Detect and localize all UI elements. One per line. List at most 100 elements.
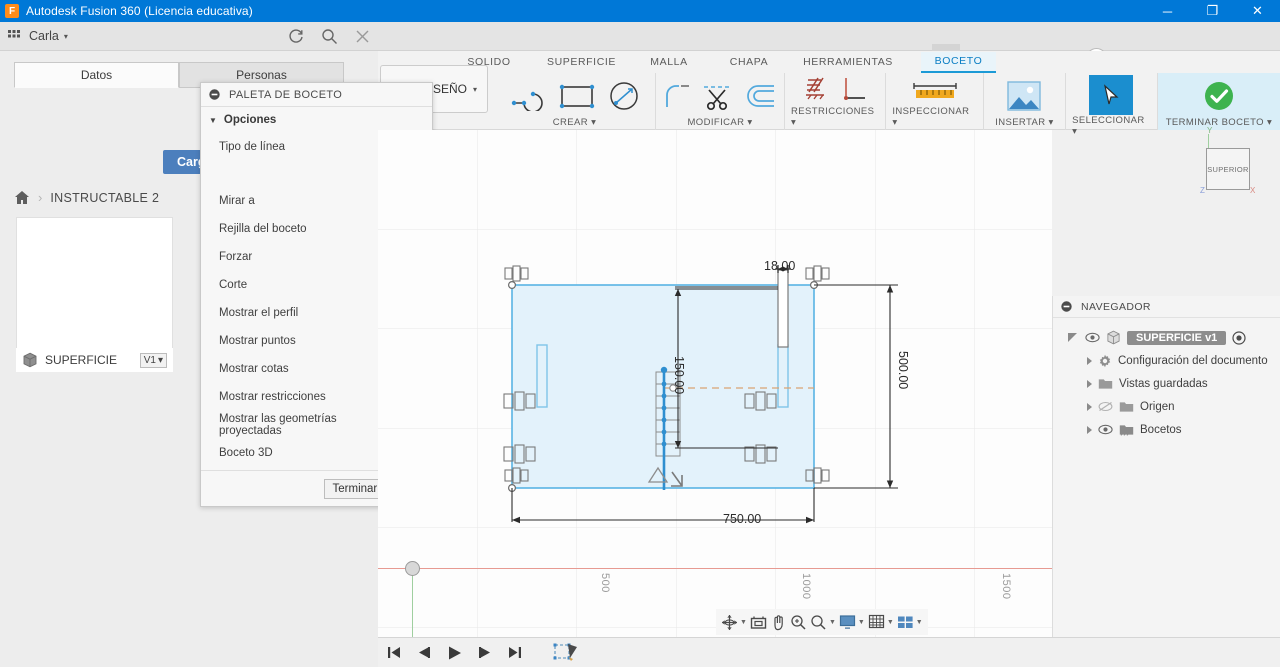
tab-superficie[interactable]: SUPERFICIE — [534, 53, 629, 72]
navigator-root-item[interactable]: SUPERFICIE v1 — [1053, 326, 1280, 349]
viewports-icon[interactable]: ▼ — [897, 615, 923, 630]
chevron-down-icon[interactable]: ▾ — [64, 32, 68, 41]
navigator-item-label: Origen — [1140, 400, 1175, 413]
palette-label: Corte — [219, 279, 248, 291]
ruler-tick-1000: 1000 — [800, 573, 812, 600]
breadcrumb-project[interactable]: INSTRUCTABLE 2 — [50, 191, 159, 205]
navigator-item-configuracion-del-documento[interactable]: Configuración del documento — [1053, 349, 1280, 372]
orbit-icon[interactable]: ▼ — [721, 614, 747, 631]
sketch-circle-icon[interactable] — [607, 80, 641, 112]
palette-label: Mostrar cotas — [219, 363, 289, 375]
play-icon[interactable] — [446, 645, 463, 661]
ribbon-group-label-inspeccionar[interactable]: INSPECCIONAR ▾ — [892, 106, 976, 130]
dim-width-top-label[interactable]: 18.00 — [764, 259, 795, 273]
search-icon[interactable] — [321, 28, 338, 45]
sketch-arc-icon[interactable] — [509, 81, 547, 111]
look-at-icon[interactable] — [750, 615, 767, 630]
view-cube-widget[interactable]: SUPERIOR Y X Z — [1200, 126, 1255, 195]
visibility-eye-icon[interactable] — [1098, 424, 1113, 435]
expand-triangle-icon[interactable] — [1067, 332, 1079, 343]
chevron-down-icon: ▾ — [157, 354, 163, 366]
dim-total-width-label[interactable]: 750.00 — [723, 512, 761, 526]
home-icon[interactable] — [14, 190, 30, 205]
view-cube-face-label[interactable]: SUPERIOR — [1206, 148, 1250, 190]
ribbon-group-crear: CREAR ▾ — [494, 73, 657, 130]
navigator-item-origen[interactable]: Origen — [1053, 395, 1280, 418]
minimize-button[interactable]: ─ — [1145, 0, 1190, 22]
sketch-canvas[interactable]: 18.00 150.00 500.00 750.00 500 1000 1500… — [378, 130, 1052, 637]
file-card-footer: SUPERFICIE V1 ▾ — [16, 348, 173, 372]
ribbon-group-label-crear[interactable]: CREAR ▾ — [553, 117, 596, 130]
ribbon-group-label-restricciones[interactable]: RESTRICCIONES ▾ — [791, 106, 879, 130]
navigator-root-label[interactable]: SUPERFICIE v1 — [1127, 330, 1227, 345]
dim-total-height-label[interactable]: 500.00 — [896, 351, 910, 389]
tab-chapa[interactable]: CHAPA — [709, 53, 789, 72]
sketch-rectangle-icon[interactable] — [557, 81, 597, 111]
ribbon-group-label-insertar[interactable]: INSERTAR ▾ — [995, 117, 1054, 130]
fillet-icon[interactable] — [662, 81, 692, 111]
step-forward-icon[interactable] — [477, 645, 493, 660]
gear-icon — [1098, 354, 1112, 368]
zoom-icon[interactable] — [790, 614, 807, 631]
select-tool-icon[interactable] — [1089, 75, 1134, 115]
radio-activate-icon[interactable] — [1232, 330, 1246, 345]
expand-triangle-icon[interactable] — [1087, 379, 1092, 388]
collapse-icon[interactable] — [209, 89, 220, 100]
finish-sketch-check-icon[interactable] — [1203, 80, 1235, 112]
tab-datos[interactable]: Datos — [14, 62, 179, 88]
trim-scissors-icon[interactable] — [702, 81, 734, 111]
folder-sketch-icon — [1119, 423, 1134, 436]
tab-herramientas[interactable]: HERRAMIENTAS — [789, 53, 907, 72]
expand-triangle-icon[interactable] — [1087, 425, 1092, 434]
close-icon[interactable] — [354, 28, 371, 45]
palette-label: Forzar — [219, 251, 253, 263]
sketch-feature-icon[interactable] — [553, 642, 579, 664]
navigator-item-label: Configuración del documento — [1118, 354, 1268, 367]
file-version-badge[interactable]: V1 ▾ — [139, 352, 167, 368]
skip-start-icon[interactable] — [386, 645, 402, 660]
visibility-eye-off-icon[interactable] — [1098, 401, 1113, 412]
team-icon[interactable] — [8, 30, 23, 42]
chevron-down-icon[interactable]: ▼ — [916, 619, 923, 626]
constraint-fix-icon[interactable] — [802, 76, 830, 106]
chevron-down-icon[interactable]: ▼ — [740, 619, 747, 626]
ribbon-group-label-modificar[interactable]: MODIFICAR ▾ — [687, 117, 752, 130]
tab-boceto[interactable]: BOCETO — [921, 51, 996, 73]
expand-triangle-icon[interactable] — [1087, 402, 1092, 411]
maximize-button[interactable]: ❐ — [1190, 0, 1235, 22]
dim-inner-height-label[interactable]: 150.00 — [672, 356, 686, 394]
navigator-header: NAVEGADOR — [1053, 296, 1280, 318]
component-cube-icon — [1106, 330, 1121, 345]
measure-icon[interactable] — [910, 78, 960, 104]
chevron-down-icon[interactable]: ▼ — [858, 619, 865, 626]
expand-triangle-icon[interactable] — [1087, 356, 1092, 365]
ribbon-group-modificar: MODIFICAR ▾ — [656, 73, 786, 130]
viewcube-y-label: Y — [1207, 126, 1213, 135]
constraint-perpendicular-icon[interactable] — [840, 76, 868, 106]
sketch-geometry[interactable] — [378, 130, 1052, 637]
user-name[interactable]: Carla — [29, 29, 59, 43]
visibility-eye-icon[interactable] — [1085, 332, 1100, 343]
navigator-item-vistas-guardadas[interactable]: Vistas guardadas — [1053, 372, 1280, 395]
folder-icon — [1098, 377, 1113, 390]
chevron-down-icon[interactable]: ▼ — [887, 619, 894, 626]
refresh-icon[interactable] — [288, 28, 305, 45]
ribbon-group-label-seleccionar[interactable]: SELECCIONAR ▾ — [1072, 115, 1151, 139]
chevron-down-icon[interactable]: ▼ — [829, 619, 836, 626]
display-settings-icon[interactable]: ▼ — [839, 614, 865, 630]
grid-settings-icon[interactable]: ▼ — [868, 614, 894, 630]
collapse-icon[interactable] — [1061, 301, 1072, 312]
close-button[interactable]: ✕ — [1235, 0, 1280, 22]
navigator-item-bocetos[interactable]: Bocetos — [1053, 418, 1280, 441]
skip-end-icon[interactable] — [507, 645, 523, 660]
pan-icon[interactable] — [770, 614, 787, 631]
ribbon-group-label-terminar-boceto[interactable]: TERMINAR BOCETO ▾ — [1166, 117, 1272, 130]
offset-icon[interactable] — [744, 81, 778, 111]
window-controls: ─ ❐ ✕ — [1145, 0, 1280, 22]
ribbon-group-seleccionar: SELECCIONAR ▾ — [1066, 73, 1158, 137]
tab-malla[interactable]: MALLA — [629, 53, 709, 72]
insert-image-icon[interactable] — [1004, 79, 1044, 113]
zoom-window-icon[interactable]: ▼ — [810, 614, 836, 631]
folder-icon — [1119, 400, 1134, 413]
step-back-icon[interactable] — [416, 645, 432, 660]
